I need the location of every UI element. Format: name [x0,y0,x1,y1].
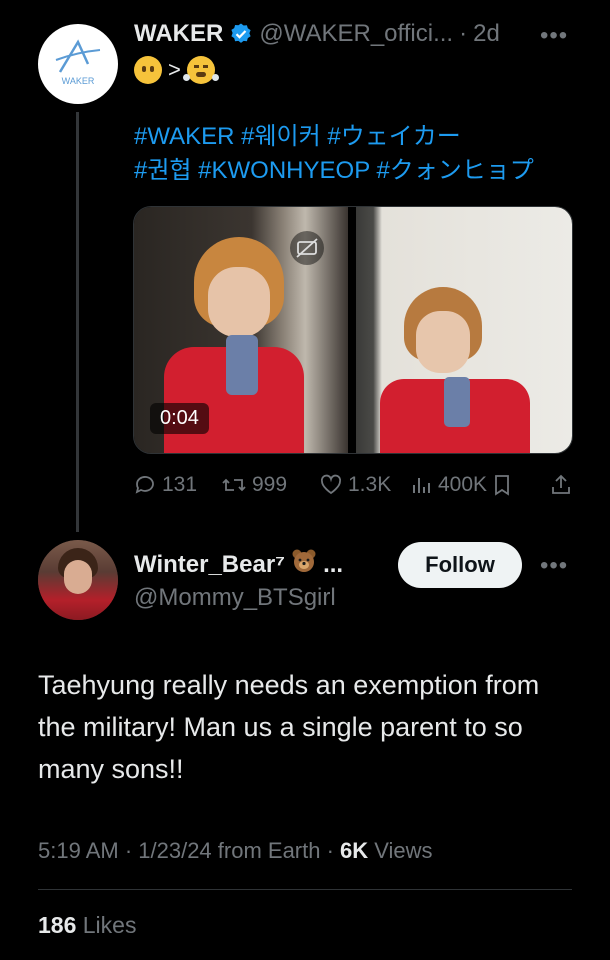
follow-button[interactable]: Follow [398,542,522,588]
phone [226,335,258,395]
like-count: 1.3K [348,473,392,496]
share-icon [552,474,570,494]
reply-header: Winter_Bear⁷ ... [134,548,343,581]
retweet-icon [222,478,246,492]
heart-icon [320,474,342,495]
reply-body-text: Taehyung really needs an exemption from … [38,670,540,784]
video-duration: 0:04 [150,403,209,434]
views-count: 400K [438,473,488,496]
original-tweet-header: WAKER @WAKER_offici... · 2d [134,20,500,48]
reply-icon [135,476,154,494]
like-action[interactable]: 1.3K [319,473,411,497]
emoji-line: > [134,56,219,84]
tweet-actions-bar: 131 999 1.3K 400K [133,470,573,500]
reply-count: 131 [162,473,198,496]
retweet-action[interactable]: 999 [221,473,319,497]
no-mouth-face-icon [134,56,162,84]
likes-summary[interactable]: 186 Likes [38,912,136,939]
person-face [416,311,470,373]
winter-bear-handle[interactable]: @Mommy_BTSgirl [134,584,336,612]
likes-label: Likes [76,912,137,938]
winter-bear-avatar[interactable] [38,540,118,620]
winter-bear-display-name[interactable]: Winter_Bear⁷ [134,551,285,579]
views-chart-icon [413,478,430,493]
reply-views-count: 6K [340,838,369,863]
views-action[interactable]: 400K [411,473,531,497]
reply-metadata: 5:19 AM · 1/23/24 from Earth · 6K Views [38,838,433,864]
reply-timestamp[interactable]: 5:19 AM · 1/23/24 from Earth · [38,838,340,863]
media-divider [348,207,356,453]
bookmark-icon[interactable] [492,473,512,497]
reply-views-label: Views [368,838,433,863]
person-face [208,267,270,337]
waker-logo-icon: WAKER [55,39,101,86]
greater-than-sign: > [168,57,181,82]
bear-face-icon [291,548,317,581]
hashtags-line-1[interactable]: #WAKER #웨이커 #ウェイカー [134,120,534,154]
more-options-icon[interactable]: ••• [540,22,568,50]
reply-more-options-icon[interactable]: ••• [540,552,568,580]
waker-handle[interactable]: @WAKER_offici... [259,20,453,48]
hashtags-line-2[interactable]: #권협 #KWONHYEOP #クォンヒョプ [134,154,534,188]
phone [444,377,470,427]
waker-avatar[interactable]: WAKER [38,24,118,104]
likes-count: 186 [38,912,77,938]
waker-display-name[interactable]: WAKER [134,20,223,48]
share-action[interactable] [549,473,573,497]
verified-badge-icon [231,23,251,43]
media-grid[interactable]: 0:04 [133,206,573,454]
hashtags-block: #WAKER #웨이커 #ウェイカー #권협 #KWONHYEOP #クォンヒョ… [134,120,534,188]
photo-thumbnail[interactable] [356,207,572,453]
avatar-face [64,560,92,594]
header-separator: · [459,20,468,47]
video-thumbnail[interactable]: 0:04 [134,207,348,453]
svg-text:WAKER: WAKER [62,76,95,86]
reply-action[interactable]: 131 [133,473,221,497]
divider [38,889,572,890]
tweet-age[interactable]: 2d [473,20,500,48]
retweet-count: 999 [252,473,288,496]
name-ellipsis: ... [323,550,344,578]
captions-off-icon[interactable] [290,231,324,265]
steam-face-icon [182,56,219,84]
thread-connector-line [76,112,79,532]
